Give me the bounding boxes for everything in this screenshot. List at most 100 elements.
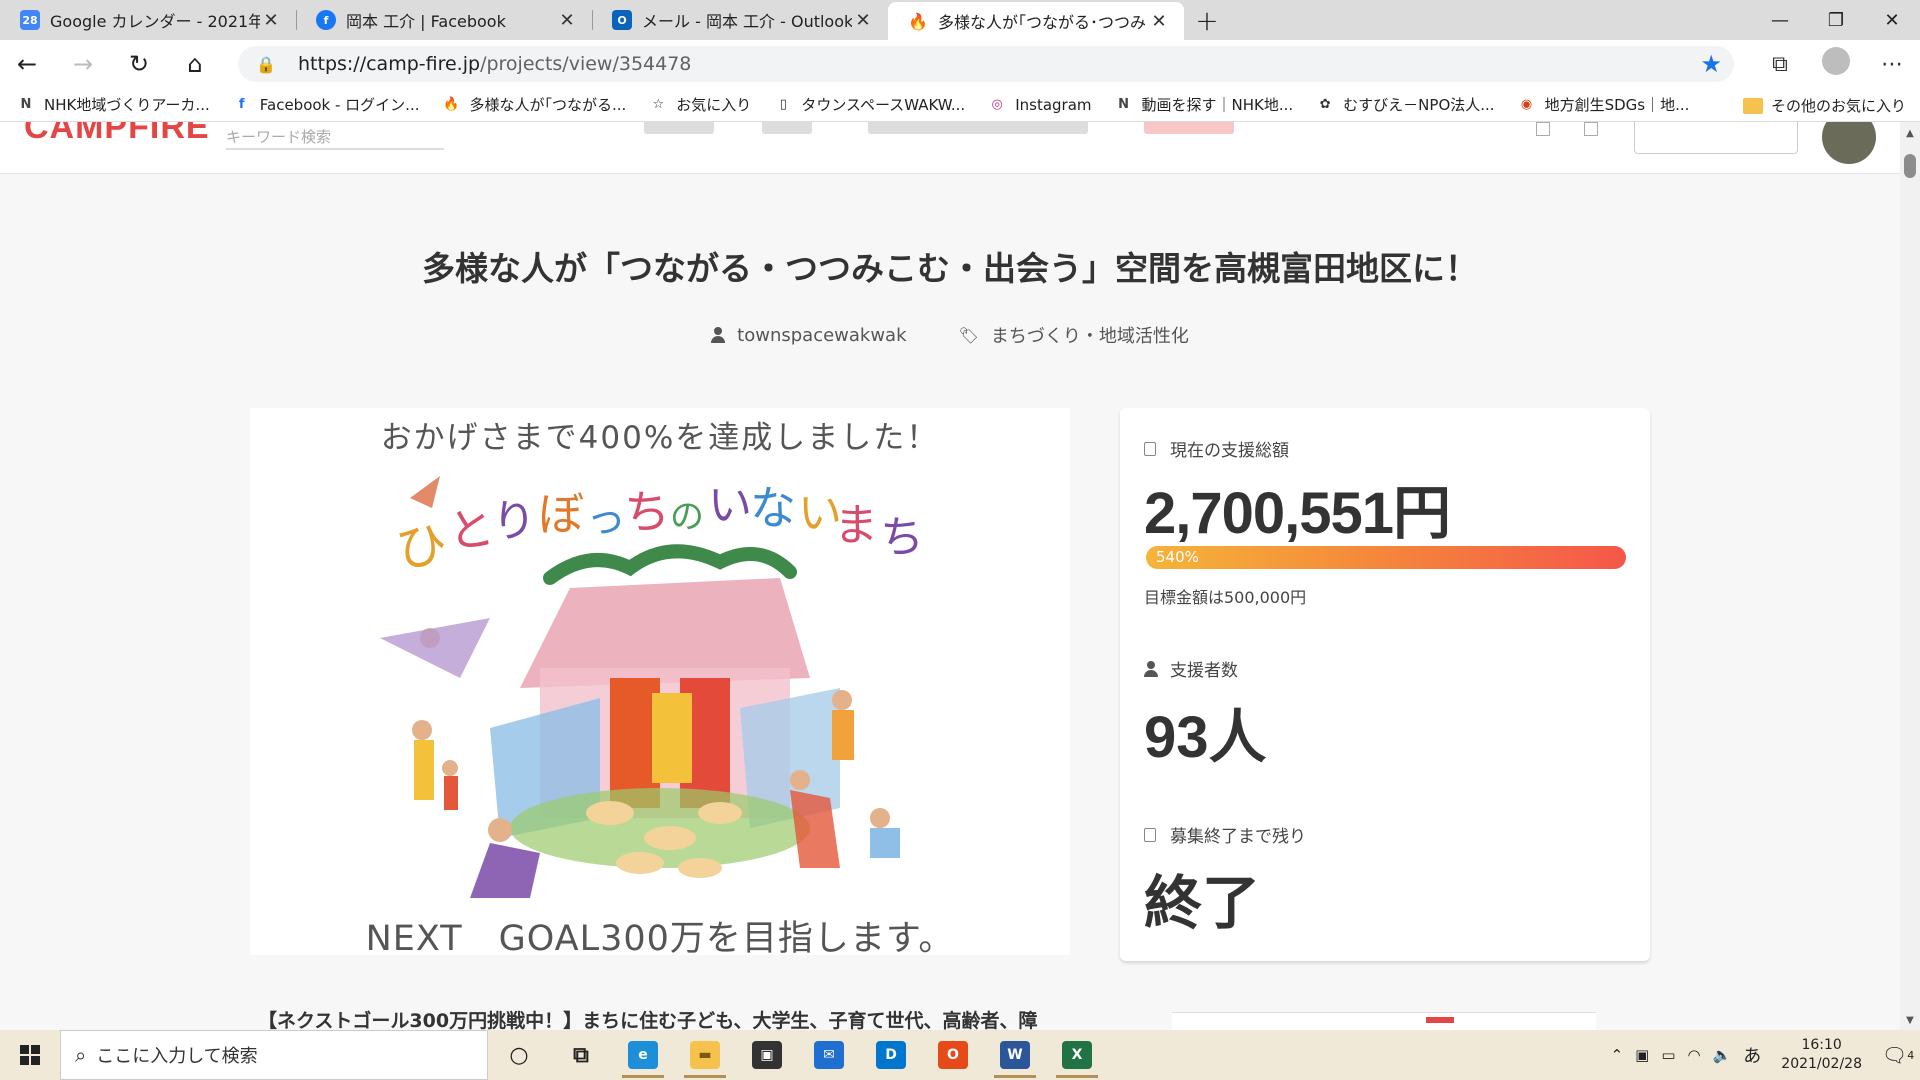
- new-tab-button[interactable]: +: [1184, 0, 1230, 40]
- close-tab-icon[interactable]: ✕: [852, 10, 874, 31]
- favorite-item[interactable]: ✿ むすびえ－NPO法人...: [1315, 94, 1495, 115]
- start-button[interactable]: [0, 1030, 60, 1080]
- lock-icon[interactable]: 🔒: [256, 55, 278, 74]
- facebook-icon: f: [238, 97, 245, 112]
- favorite-item[interactable]: ☆ お気に入り: [648, 94, 751, 115]
- close-window-icon[interactable]: ✕: [1864, 0, 1920, 40]
- restore-icon[interactable]: ❐: [1808, 0, 1864, 40]
- scroll-down-icon[interactable]: ▼: [1900, 1015, 1920, 1026]
- supporters-label-row: 支援者数: [1144, 656, 1238, 681]
- ime-indicator[interactable]: あ: [1743, 1042, 1761, 1068]
- page-title: 多様な人が「つながる・つつみこむ・出会う」空間を高槻富田地区に！: [422, 249, 1478, 288]
- header-nav-item[interactable]: [868, 122, 1088, 134]
- tab-facebook[interactable]: f 岡本 工介 | Facebook ✕: [296, 0, 592, 40]
- clock[interactable]: 16:10 2021/02/28: [1781, 1036, 1862, 1074]
- tab-outlook[interactable]: O メール - 岡本 工介 - Outlook ✕: [592, 0, 888, 40]
- collections-icon[interactable]: ⧉: [1752, 52, 1808, 77]
- header-nav-item[interactable]: [644, 122, 714, 134]
- page-scrollbar[interactable]: ▲ ▼: [1900, 122, 1920, 1030]
- account-menu-button[interactable]: [1634, 122, 1798, 154]
- device-icon[interactable]: ▣: [1635, 1046, 1649, 1064]
- close-tab-icon[interactable]: ✕: [556, 10, 578, 31]
- favorite-label: NHK地域づくりアーカ...: [44, 96, 210, 114]
- search-placeholder: ここに入力して検索: [96, 1046, 258, 1067]
- office-taskbar-button[interactable]: O: [922, 1030, 984, 1080]
- campfire-logo[interactable]: CAMPFIRE: [24, 122, 210, 147]
- favorite-item[interactable]: ◉ 地方創生SDGs｜地...: [1517, 94, 1690, 115]
- battery-icon[interactable]: ▭: [1661, 1046, 1675, 1064]
- scroll-thumb[interactable]: [1904, 154, 1916, 178]
- profile-icon[interactable]: [1808, 47, 1864, 81]
- other-favorites-folder[interactable]: その他のお気に入り: [1742, 95, 1906, 116]
- favorite-item[interactable]: N 動画を探す｜NHK地...: [1114, 94, 1294, 115]
- svg-text:り: り: [492, 496, 536, 547]
- dell-taskbar-button[interactable]: D: [860, 1030, 922, 1080]
- total-amount: 2,700,551円: [1144, 481, 1451, 546]
- forward-arrow-icon[interactable]: →: [56, 40, 110, 88]
- tab-google-calendar[interactable]: 28 Google カレンダー - 2021年 3月 ✕: [0, 0, 296, 40]
- category-name: まちづくり・地域活性化: [990, 326, 1189, 347]
- favorite-label: むすびえ－NPO法人...: [1343, 96, 1495, 114]
- volume-icon[interactable]: 🔈: [1713, 1046, 1732, 1064]
- return-card[interactable]: [1172, 1012, 1596, 1032]
- more-menu-icon[interactable]: ⋯: [1864, 52, 1920, 77]
- favorite-star-icon[interactable]: ★: [1700, 50, 1722, 78]
- svg-text:い: い: [708, 480, 752, 531]
- home-icon[interactable]: ⌂: [168, 40, 222, 88]
- project-owner[interactable]: townspacewakwak: [711, 322, 907, 348]
- project-category[interactable]: 🏷 まちづくり・地域活性化: [959, 322, 1189, 348]
- user-icon: [1144, 660, 1158, 677]
- illustration: ひ と り ぼ っ ち の い な い ま ち: [380, 476, 924, 898]
- edge-taskbar-button[interactable]: e: [612, 1030, 674, 1080]
- avatar[interactable]: [1822, 122, 1876, 164]
- refresh-icon[interactable]: ↻: [112, 40, 166, 88]
- bookmark-icon[interactable]: [1536, 122, 1550, 136]
- favorite-label: Instagram: [1015, 95, 1092, 114]
- header-nav-item[interactable]: [762, 122, 812, 134]
- taskbar-search-input[interactable]: ⌕ ここに入力して検索: [60, 1030, 488, 1080]
- facebook-icon: f: [316, 10, 336, 30]
- back-arrow-icon[interactable]: ←: [0, 40, 54, 88]
- site-search-input[interactable]: キーワード検索: [226, 126, 444, 150]
- file-explorer-taskbar-button[interactable]: ▬: [674, 1030, 736, 1080]
- tab-title: Google カレンダー - 2021年 3月: [50, 12, 260, 31]
- header-nav-item[interactable]: [1144, 122, 1234, 134]
- word-taskbar-button[interactable]: W: [984, 1030, 1046, 1080]
- favorite-item[interactable]: ▯ タウンスペースWAKW...: [773, 94, 965, 115]
- store-taskbar-button[interactable]: ▣: [736, 1030, 798, 1080]
- url-path: /projects/view/354478: [480, 53, 692, 75]
- svg-text:ち: ち: [624, 485, 670, 539]
- clock-icon: [1144, 827, 1156, 842]
- close-tab-icon[interactable]: ✕: [260, 10, 282, 31]
- cortana-taskbar-button[interactable]: ○: [488, 1030, 550, 1080]
- excel-taskbar-button[interactable]: X: [1046, 1030, 1108, 1080]
- close-tab-icon[interactable]: ✕: [1148, 11, 1170, 32]
- scroll-up-icon[interactable]: ▲: [1900, 128, 1920, 139]
- favorite-label: 動画を探す｜NHK地...: [1141, 96, 1294, 114]
- favorite-label: 多様な人が｢つながる...: [469, 96, 627, 114]
- wifi-icon[interactable]: ◠: [1688, 1046, 1701, 1064]
- nhk-icon: N: [20, 97, 32, 112]
- url-field[interactable]: 🔒 https://camp-fire.jp/projects/view/354…: [238, 46, 1734, 82]
- favorite-item[interactable]: 🔥 多様な人が｢つながる...: [441, 94, 626, 115]
- notification-center-icon[interactable]: 🗨 4: [1876, 1030, 1920, 1080]
- campfire-icon: 🔥: [443, 97, 460, 112]
- windows-logo-icon: [20, 1045, 40, 1065]
- favorites-bar: N NHK地域づくりアーカ... f Facebook - ログイン... 🔥 多様な人が…: [0, 88, 1920, 122]
- favorite-item[interactable]: f Facebook - ログイン...: [232, 94, 420, 115]
- windows-taskbar: ⌕ ここに入力して検索 ○ ⧉ e ▬ ▣ ✉ D O W X ⌃ ▣ ▭ ◠ 🔈 あ 16:10…: [0, 1030, 1920, 1080]
- svg-text:ま: ま: [834, 500, 878, 551]
- task-view-taskbar-button[interactable]: ⧉: [550, 1030, 612, 1080]
- dell-icon: D: [876, 1041, 906, 1069]
- chevron-up-icon[interactable]: ⌃: [1611, 1046, 1624, 1064]
- tab-campfire-project[interactable]: 🔥 多様な人が｢つながる･つつみこむ･出 ✕: [888, 2, 1184, 40]
- favorite-item[interactable]: ◎ Instagram: [987, 95, 1092, 115]
- favorite-label: Facebook - ログイン...: [259, 96, 420, 114]
- notification-icon[interactable]: [1584, 122, 1598, 136]
- favorite-label: タウンスペースWAKW...: [801, 96, 966, 114]
- mail-taskbar-button[interactable]: ✉: [798, 1030, 860, 1080]
- sdgs-icon: ◉: [1520, 97, 1533, 112]
- project-hero-image: おかげさまで400%を達成しました！ ひ と り ぼ っ ち の い な い ま…: [250, 408, 1070, 955]
- favorite-item[interactable]: N NHK地域づくりアーカ...: [16, 94, 210, 115]
- minimize-icon[interactable]: —: [1752, 0, 1808, 40]
